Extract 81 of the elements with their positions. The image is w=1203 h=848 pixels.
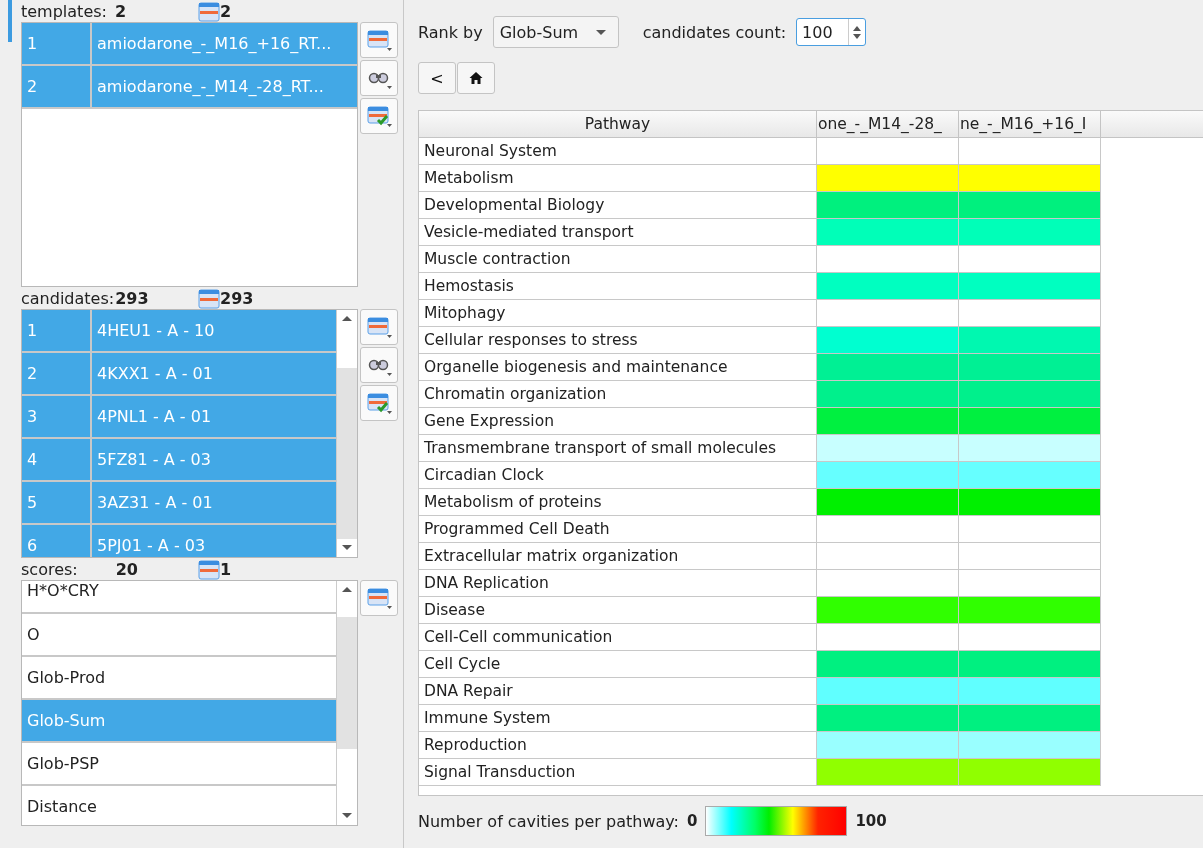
home-button[interactable] [457, 62, 495, 94]
count: 2 [114, 2, 127, 22]
table-check-button[interactable] [360, 98, 398, 134]
column-header[interactable]: one_-_M14_-28_ [817, 111, 959, 137]
pathway-cell: Immune System [419, 705, 817, 732]
pathway-cell: Disease [419, 597, 817, 624]
table-icon [366, 316, 392, 338]
pathway-cell: Transmembrane transport of small molecules [419, 435, 817, 462]
row-index: 5 [22, 482, 92, 523]
pathway-cell: Extracellular matrix organization [419, 543, 817, 570]
pathway-cell: Cellular responses to stress [419, 327, 817, 354]
pathway-cell: Mitophagy [419, 300, 817, 327]
pathway-cell: Circadian Clock [419, 462, 817, 489]
pathway-cell: Metabolism of proteins [419, 489, 817, 516]
candidate-name: 4PNL1 - A - 01 [96, 407, 212, 426]
rank-by-dropdown[interactable]: Glob-Sum [492, 16, 619, 48]
scrollbar[interactable] [336, 310, 357, 557]
candidate-name: 3AZ31 - A - 01 [96, 493, 213, 512]
pathway-cell: Signal Transduction [419, 759, 817, 786]
table-menu-button[interactable] [360, 309, 398, 345]
legend-label: Number of cavities per pathway: [418, 811, 679, 831]
pathway-cell: Hemostasis [419, 273, 817, 300]
pathway-cell: Programmed Cell Death [419, 516, 817, 543]
table-check-icon [366, 105, 392, 127]
score-item[interactable]: H*O*CRY [22, 581, 336, 614]
pathway-cell: Organelle biogenesis and maintenance [419, 354, 817, 381]
pathway-cell: Reproduction [419, 732, 817, 759]
table-icon [198, 560, 220, 580]
pathway-cell: Cell-Cell communication [419, 624, 817, 651]
candidate-name: 4KXX1 - A - 01 [96, 364, 213, 383]
section-label: scores: [21, 560, 78, 580]
scrollbar[interactable] [336, 581, 357, 825]
candidate-name: 5FZ81 - A - 03 [96, 450, 211, 469]
candidate-name: 4HEU1 - A - 10 [96, 321, 215, 340]
selected-count: 1 [220, 560, 232, 580]
pathway-cell: Muscle contraction [419, 246, 817, 273]
row-index: 1 [22, 310, 92, 351]
table-check-button[interactable] [360, 385, 398, 421]
count: 293 [115, 289, 149, 309]
column-header[interactable]: Pathway [419, 111, 817, 137]
table-icon [366, 587, 392, 609]
row-index: 1 [22, 23, 92, 64]
binoculars-button[interactable] [360, 60, 398, 96]
pathway-cell: Vesicle-mediated transport [419, 219, 817, 246]
pathway-cell: Chromatin organization [419, 381, 817, 408]
home-icon [469, 71, 483, 85]
pathway-cell: Neuronal System [419, 138, 817, 165]
table-menu-button[interactable] [360, 580, 398, 616]
candidates-count-label: candidates count: [642, 22, 787, 42]
section-label: templates: [21, 2, 107, 22]
table-check-icon [366, 392, 392, 414]
pathway-cell: Gene Expression [419, 408, 817, 435]
rank-by-label: Rank by [418, 22, 483, 42]
row-index: 4 [22, 439, 92, 480]
pathway-cell: Metabolism [419, 165, 817, 192]
template-name: amiodarone_-_M14_-28_RT... [96, 77, 324, 96]
row-index: 3 [22, 396, 92, 437]
binoculars-button[interactable] [360, 347, 398, 383]
table-menu-button[interactable] [360, 22, 398, 58]
pathway-cell: Cell Cycle [419, 651, 817, 678]
row-index: 2 [22, 66, 92, 107]
row-index: 6 [22, 525, 92, 557]
table-icon [198, 2, 220, 22]
pathway-cell: Developmental Biology [419, 192, 817, 219]
pathway-cell: DNA Repair [419, 678, 817, 705]
selected-count: 293 [220, 289, 254, 309]
candidate-name: 5PJ01 - A - 03 [96, 536, 206, 555]
candidates-count-spinbox[interactable]: 100 [796, 18, 867, 46]
back-button[interactable]: < [418, 62, 456, 94]
row-index: 2 [22, 353, 92, 394]
table-icon [198, 289, 220, 309]
table-icon [366, 29, 392, 51]
legend-max: 100 [855, 812, 887, 830]
selected-count: 2 [220, 2, 232, 22]
caret-icon [595, 30, 606, 35]
count: 20 [115, 560, 138, 580]
column-header[interactable]: ne_-_M16_+16_I [959, 111, 1101, 137]
legend-min: 0 [687, 812, 698, 830]
template-name: amiodarone_-_M16_+16_RT... [96, 34, 332, 53]
pathway-cell: DNA Replication [419, 570, 817, 597]
section-label: candidates: [21, 289, 115, 309]
